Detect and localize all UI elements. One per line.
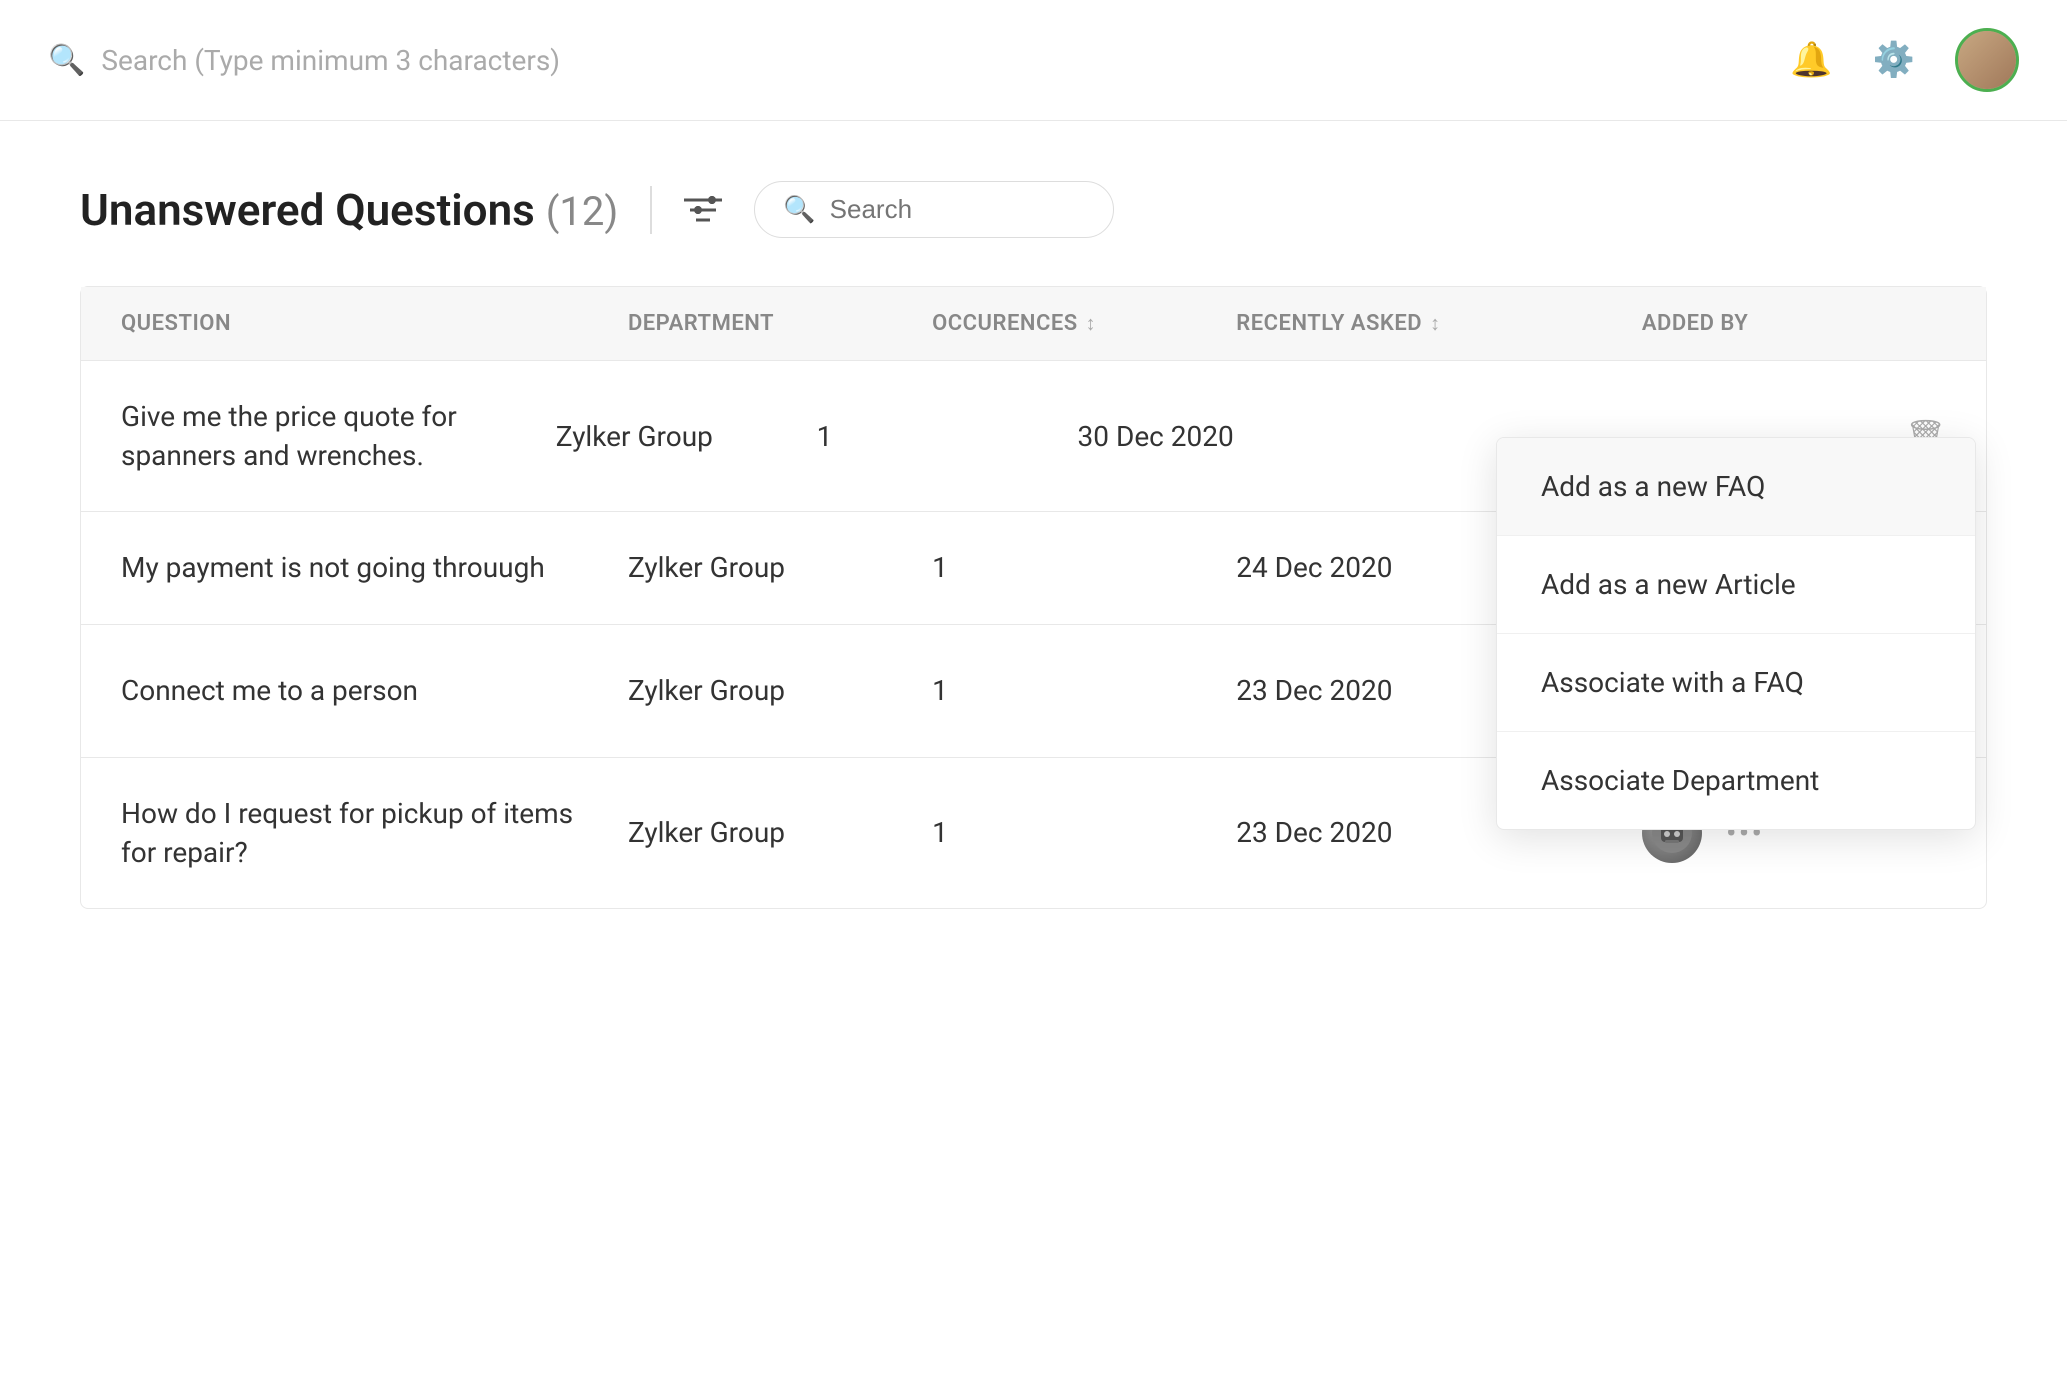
col-added-by: ADDED BY — [1642, 311, 1946, 336]
occurrences-value: 1 — [932, 551, 1236, 584]
col-question: QUESTION — [121, 311, 628, 336]
table-row: Give me the price quote for spanners and… — [81, 361, 1986, 512]
questions-table: QUESTION DEPARTMENT OCCURENCES ↕ RECENTL… — [80, 286, 1987, 909]
row-actions: Add as a new FAQ Add as a new Article As… — [1425, 417, 1946, 455]
settings-icon[interactable]: ⚙️ — [1873, 40, 1915, 80]
occurrences-value: 1 — [932, 674, 1236, 707]
col-occurrences[interactable]: OCCURENCES ↕ — [932, 311, 1236, 336]
department-text: Zylker Group — [628, 816, 932, 849]
filter-button[interactable] — [684, 194, 722, 226]
table-search-input[interactable] — [830, 194, 1050, 225]
recently-asked-value: 30 Dec 2020 — [1078, 420, 1426, 453]
table-header: QUESTION DEPARTMENT OCCURENCES ↕ RECENTL… — [81, 287, 1986, 361]
table-search-container[interactable]: 🔍 — [754, 181, 1114, 238]
top-navigation: 🔍 Search (Type minimum 3 characters) 🔔 ⚙… — [0, 0, 2067, 121]
header-divider — [650, 186, 652, 234]
user-avatar[interactable] — [1955, 28, 2019, 92]
global-search-bar[interactable]: 🔍 Search (Type minimum 3 characters) — [48, 43, 1790, 78]
department-text: Zylker Group — [628, 674, 932, 707]
page-header: Unanswered Questions (12) 🔍 — [80, 181, 1987, 238]
occurrences-sort-icon: ↕ — [1086, 311, 1097, 336]
department-text: Zylker Group — [556, 420, 817, 453]
global-search-placeholder: Search (Type minimum 3 characters) — [101, 44, 560, 77]
question-text: How do I request for pickup of items for… — [121, 794, 628, 872]
main-content: Unanswered Questions (12) 🔍 QUESTION — [0, 121, 2067, 969]
col-department: DEPARTMENT — [628, 311, 932, 336]
associate-faq-option[interactable]: Associate with a FAQ — [1497, 634, 1975, 732]
add-article-option[interactable]: Add as a new Article — [1497, 536, 1975, 634]
question-text: Connect me to a person — [121, 671, 628, 710]
nav-icons-group: 🔔 ⚙️ — [1790, 28, 2019, 92]
table-search-icon: 🔍 — [783, 195, 815, 225]
occurrences-value: 1 — [817, 420, 1078, 453]
context-dropdown-menu: Add as a new FAQ Add as a new Article As… — [1496, 437, 1976, 830]
global-search-icon: 🔍 — [48, 43, 85, 78]
question-count: (12) — [546, 188, 619, 235]
question-text: My payment is not going throuugh — [121, 548, 628, 587]
recently-asked-sort-icon: ↕ — [1430, 311, 1441, 336]
bell-icon[interactable]: 🔔 — [1790, 40, 1832, 80]
col-recently-asked[interactable]: RECENTLY ASKED ↕ — [1236, 311, 1642, 336]
occurrences-value: 1 — [932, 816, 1236, 849]
department-text: Zylker Group — [628, 551, 932, 584]
question-text: Give me the price quote for spanners and… — [121, 397, 556, 475]
add-faq-option[interactable]: Add as a new FAQ — [1497, 438, 1975, 536]
associate-dept-option[interactable]: Associate Department — [1497, 732, 1975, 829]
page-title: Unanswered Questions (12) — [80, 184, 618, 236]
